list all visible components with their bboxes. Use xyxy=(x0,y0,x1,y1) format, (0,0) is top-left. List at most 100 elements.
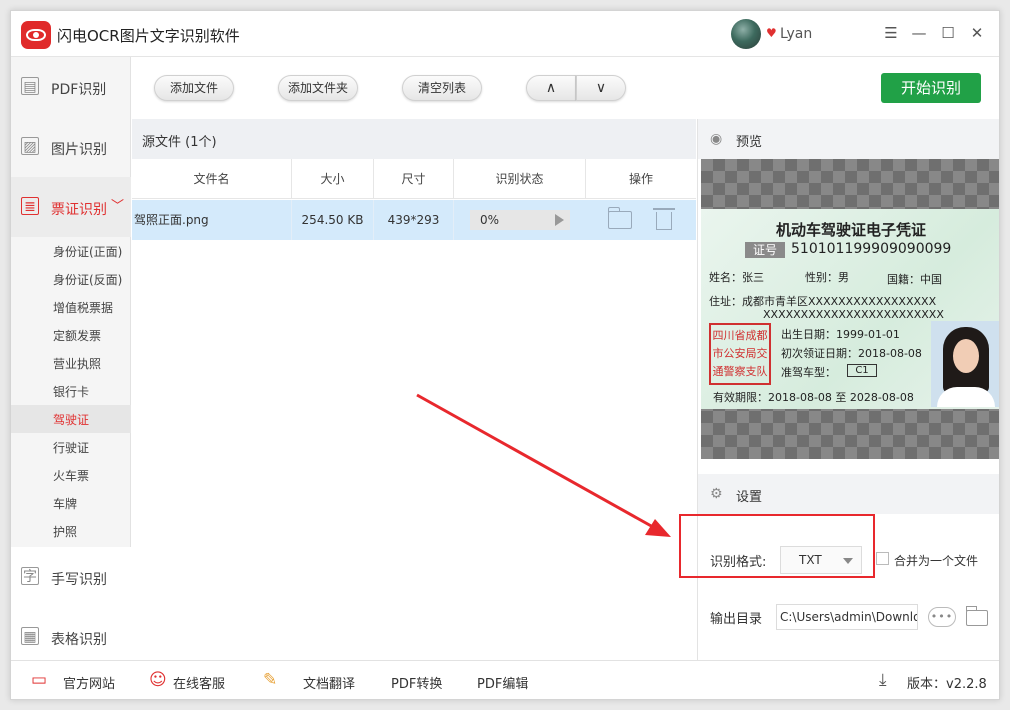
sub-item-passport[interactable]: 护照 xyxy=(11,517,131,545)
maximize-icon[interactable]: ☐ xyxy=(938,23,958,43)
settings-header: ⚙ 设置 xyxy=(698,474,999,514)
ticket-icon: ≣ xyxy=(21,197,39,215)
sub-item-vat[interactable]: 增值税票据 xyxy=(11,293,131,321)
police-stamp: 四川省成都 市公安局交 通警察支队 xyxy=(709,323,771,385)
version-label: 版本：v2.2.8 xyxy=(907,677,987,692)
sub-item-vehicle-license[interactable]: 行驶证 xyxy=(11,433,131,461)
card-title: 机动车驾驶证电子凭证 xyxy=(775,221,926,239)
sub-item-business-license[interactable]: 营业执照 xyxy=(11,349,131,377)
column-size[interactable]: 大小 xyxy=(292,159,374,199)
sidebar-item-table[interactable]: ▦ 表格识别 xyxy=(11,607,131,667)
column-dimensions[interactable]: 尺寸 xyxy=(374,159,454,199)
preview-title: 预览 xyxy=(736,135,763,150)
pdf-icon: ▤ xyxy=(21,77,39,95)
column-actions[interactable]: 操作 xyxy=(586,159,696,199)
sub-item-id-front[interactable]: 身份证(正面) xyxy=(11,237,131,265)
card-birth: 出生日期：1999-01-01 xyxy=(781,328,900,341)
translate-icon: ✎ xyxy=(263,670,278,690)
image-icon: ▨ xyxy=(21,137,39,155)
merge-checkbox[interactable] xyxy=(876,552,889,565)
sub-item-label: 行驶证 xyxy=(53,441,90,455)
sub-item-label: 营业执照 xyxy=(53,357,102,371)
eye-icon: ◉ xyxy=(710,131,723,147)
sub-item-label: 银行卡 xyxy=(53,385,90,399)
sub-item-id-back[interactable]: 身份证(反面) xyxy=(11,265,131,293)
service-link[interactable]: 在线客服 xyxy=(173,673,225,692)
id-photo xyxy=(931,321,999,407)
open-folder-icon[interactable] xyxy=(608,207,632,229)
open-output-folder-icon[interactable] xyxy=(966,606,988,626)
title-bar: 闪电OCR图片文字识别软件 ♥ Lyan ☰ — ☐ ✕ xyxy=(11,11,999,57)
source-files-title: 源文件 (1个) xyxy=(142,135,217,150)
add-folder-button[interactable]: 添加文件夹 xyxy=(278,75,358,101)
sidebar-item-label: 表格识别 xyxy=(51,632,107,648)
sub-item-quota-invoice[interactable]: 定额发票 xyxy=(11,321,131,349)
preview-area: 机动车驾驶证电子凭证 证号 510101199909090099 姓名：张三 性… xyxy=(701,159,999,459)
translate-link[interactable]: 文档翻译 xyxy=(303,673,355,692)
sub-item-label: 增值税票据 xyxy=(53,301,114,315)
sub-item-driver-license[interactable]: 驾驶证 xyxy=(11,405,131,433)
sidebar-item-pdf[interactable]: ▤ PDF识别 xyxy=(11,57,131,117)
stamp-line: 四川省成都 xyxy=(712,329,768,342)
user-avatar[interactable] xyxy=(731,19,761,49)
right-panel: ◉ 预览 机动车驾驶证电子凭证 证号 510101199909090099 姓名… xyxy=(697,119,999,660)
sub-item-bank-card[interactable]: 银行卡 xyxy=(11,377,131,405)
clear-list-button[interactable]: 清空列表 xyxy=(402,75,482,101)
card-nationality: 国籍：中国 xyxy=(887,273,942,286)
add-file-button[interactable]: 添加文件 xyxy=(154,75,234,101)
close-icon[interactable]: ✕ xyxy=(967,23,987,43)
sub-item-label: 车牌 xyxy=(53,497,78,511)
website-link[interactable]: 官方网站 xyxy=(63,673,115,692)
pdf-edit-link[interactable]: PDF编辑 xyxy=(477,673,528,692)
minimize-icon[interactable]: — xyxy=(909,23,929,43)
column-filename[interactable]: 文件名 xyxy=(132,159,292,199)
sidebar-item-handwriting[interactable]: 字 手写识别 xyxy=(11,547,131,607)
handwriting-icon: 字 xyxy=(21,567,39,585)
license-number: 510101199909090099 xyxy=(791,241,952,257)
sidebar-item-ticket[interactable]: ≣ 票证识别 ﹀ xyxy=(11,177,131,237)
file-dimensions: 439*293 xyxy=(374,200,454,240)
card-gender: 性别：男 xyxy=(805,271,849,284)
file-list-panel: 源文件 (1个) 文件名 大小 尺寸 识别状态 操作 驾照正面.png 254.… xyxy=(132,119,696,660)
table-icon: ▦ xyxy=(21,627,39,645)
table-row[interactable]: 驾照正面.png 254.50 KB 439*293 0% xyxy=(132,200,696,240)
sub-item-label: 身份证(正面) xyxy=(53,245,123,259)
pdf-convert-link[interactable]: PDF转换 xyxy=(391,673,442,692)
preview-header: ◉ 预览 xyxy=(698,119,999,159)
driver-license-card: 机动车驾驶证电子凭证 证号 510101199909090099 姓名：张三 性… xyxy=(701,209,999,409)
browse-button[interactable]: ••• xyxy=(928,607,956,627)
table-header: 文件名 大小 尺寸 识别状态 操作 xyxy=(132,159,696,199)
sidebar-item-label: PDF识别 xyxy=(51,82,107,98)
stamp-line: 市公安局交 xyxy=(712,347,768,360)
app-title: 闪电OCR图片文字识别软件 xyxy=(57,27,240,45)
menu-icon[interactable]: ☰ xyxy=(881,23,901,43)
file-name: 驾照正面.png xyxy=(132,200,292,240)
play-icon[interactable] xyxy=(555,214,564,226)
stamp-line: 通警察支队 xyxy=(712,365,768,378)
output-dir-input[interactable] xyxy=(776,604,918,630)
column-status[interactable]: 识别状态 xyxy=(454,159,586,199)
source-files-header: 源文件 (1个) xyxy=(132,119,696,159)
footer: ▭ 官方网站 ☺ 在线客服 ✎ 文档翻译 PDF转换 PDF编辑 ⤓ 版本：v2… xyxy=(11,660,999,699)
sub-item-label: 护照 xyxy=(53,525,78,539)
sidebar-item-label: 票证识别 xyxy=(51,202,107,218)
sub-item-label: 驾驶证 xyxy=(53,413,90,427)
sub-item-label: 身份证(反面) xyxy=(53,273,123,287)
download-icon[interactable]: ⤓ xyxy=(879,671,887,689)
sidebar-item-label: 图片识别 xyxy=(51,142,107,158)
toolbar: 添加文件 添加文件夹 清空列表 ∧ ∨ 开始识别 xyxy=(132,57,999,119)
sidebar-item-image[interactable]: ▨ 图片识别 xyxy=(11,117,131,177)
file-size: 254.50 KB xyxy=(292,200,374,240)
username[interactable]: Lyan xyxy=(780,26,812,42)
move-down-button[interactable]: ∨ xyxy=(576,75,626,101)
app-window: 闪电OCR图片文字识别软件 ♥ Lyan ☰ — ☐ ✕ ▤ PDF识别 ▨ 图… xyxy=(10,10,1000,700)
app-logo-icon xyxy=(21,21,51,49)
trash-icon[interactable] xyxy=(653,208,675,230)
start-recognition-button[interactable]: 开始识别 xyxy=(881,73,981,103)
sub-item-plate[interactable]: 车牌 xyxy=(11,489,131,517)
sub-item-train-ticket[interactable]: 火车票 xyxy=(11,461,131,489)
vip-diamond-icon: ♥ xyxy=(766,26,777,40)
customer-service-icon: ☺ xyxy=(149,670,167,690)
card-class-label: 准驾车型： xyxy=(781,366,836,379)
move-up-button[interactable]: ∧ xyxy=(526,75,576,101)
